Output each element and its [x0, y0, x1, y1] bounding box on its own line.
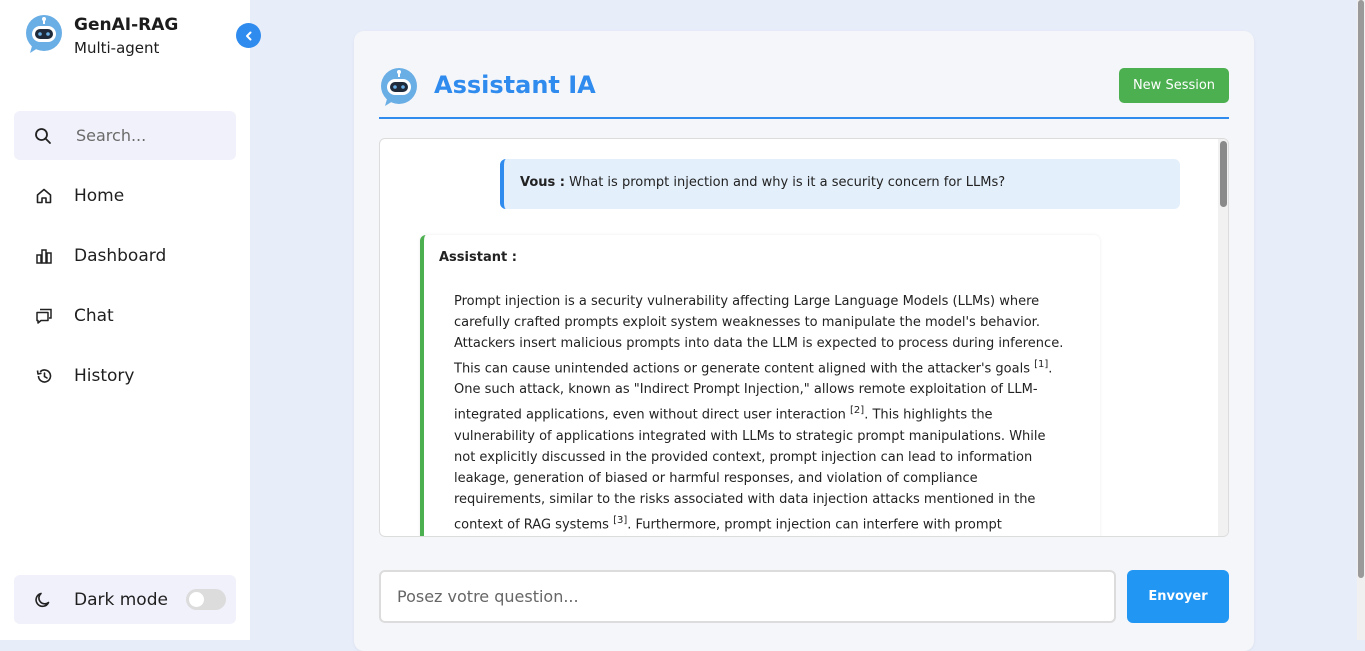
bar-chart-icon: [34, 246, 54, 266]
collapse-sidebar-button[interactable]: [236, 23, 261, 48]
assistant-sender-label: Assistant :: [439, 250, 517, 265]
home-icon: [34, 186, 54, 206]
nav-item-dashboard[interactable]: Dashboard: [14, 234, 236, 278]
dark-mode-label: Dark mode: [74, 589, 168, 610]
question-input[interactable]: [379, 570, 1116, 623]
brand: GenAI-RAG Multi-agent: [24, 14, 178, 60]
robot-logo-icon: [381, 68, 417, 106]
page-scroll-thumb[interactable]: [1358, 0, 1364, 578]
citation-3[interactable]: [3]: [613, 515, 627, 526]
page-scrollbar[interactable]: [1357, 0, 1365, 640]
search-box: [14, 111, 236, 160]
chat-icon: [34, 306, 54, 326]
chat-panel: Assistant IA New Session Vous : What is …: [354, 31, 1254, 651]
answer-segment: . Furthermore, prompt injection can inte…: [627, 516, 1002, 532]
search-input[interactable]: [74, 125, 228, 146]
moon-icon: [34, 590, 54, 610]
nav-item-label: Chat: [74, 306, 114, 326]
chat-messages[interactable]: Vous : What is prompt injection and why …: [379, 138, 1229, 537]
user-message-text: What is prompt injection and why is it a…: [569, 175, 1006, 190]
search-icon: [34, 126, 54, 146]
answer-segment: Prompt injection is a security vulnerabi…: [454, 294, 1064, 377]
nav-item-label: Home: [74, 186, 125, 206]
panel-header: Assistant IA New Session: [379, 65, 1229, 119]
brand-title: GenAI-RAG: [74, 15, 179, 35]
send-button[interactable]: Envoyer: [1127, 570, 1229, 623]
dark-mode-toggle[interactable]: [186, 589, 226, 610]
nav-item-chat[interactable]: Chat: [14, 294, 236, 338]
nav-item-label: History: [74, 366, 135, 386]
panel-title: Assistant IA: [434, 71, 596, 99]
citation-1[interactable]: [1]: [1034, 359, 1048, 370]
user-sender-label: Vous :: [520, 175, 565, 190]
brand-subtitle: Multi-agent: [74, 39, 160, 57]
robot-logo-icon: [26, 15, 62, 53]
composer: Envoyer: [379, 570, 1229, 623]
nav-item-history[interactable]: History: [14, 354, 236, 398]
new-session-button[interactable]: New Session: [1119, 68, 1229, 103]
chevron-left-icon: [245, 31, 251, 40]
sidebar: GenAI-RAG Multi-agent Home Dashboard Cha…: [0, 0, 250, 640]
nav-item-label: Dashboard: [74, 246, 167, 266]
dark-mode-row: Dark mode: [14, 575, 236, 624]
answer-segment: . This highlights the vulnerability of a…: [454, 407, 1046, 532]
toggle-knob: [189, 592, 204, 607]
assistant-message: Assistant : Prompt injection is a securi…: [420, 235, 1100, 536]
nav-item-home[interactable]: Home: [14, 174, 236, 218]
user-message: Vous : What is prompt injection and why …: [500, 159, 1180, 209]
citation-2[interactable]: [2]: [850, 405, 864, 416]
chat-scroll-thumb[interactable]: [1220, 141, 1227, 207]
history-icon: [34, 366, 54, 386]
assistant-message-text: Prompt injection is a security vulnerabi…: [454, 291, 1066, 535]
chat-scrollbar[interactable]: [1218, 139, 1228, 536]
